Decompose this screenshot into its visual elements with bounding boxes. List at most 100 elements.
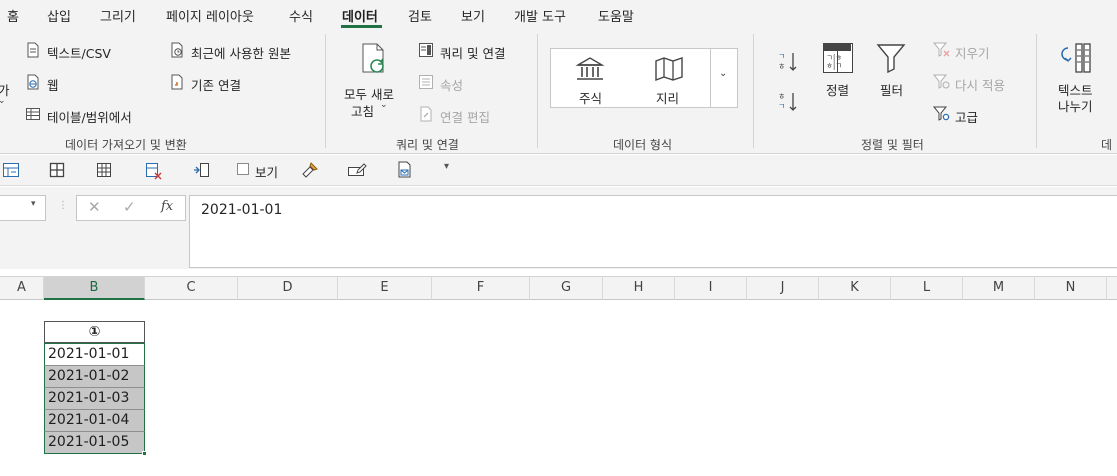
- freeze-panes-icon[interactable]: [2, 162, 20, 181]
- column-header-k[interactable]: K: [819, 277, 891, 300]
- edit-links-icon: [418, 106, 434, 125]
- column-header-n[interactable]: N: [1035, 277, 1107, 300]
- group-divider: [325, 34, 326, 148]
- properties-button[interactable]: 속성: [440, 75, 463, 94]
- ribbon: 가 ⌄ 텍스트/CSV 웹 테이블/범위에서 최근에 사용한 원본 기존 연결 …: [0, 30, 1117, 154]
- sort-descending-icon[interactable]: ㅎㄱ: [778, 90, 798, 117]
- svg-text:ㅎ: ㅎ: [778, 62, 785, 71]
- send-mail-icon[interactable]: [396, 161, 414, 182]
- header-cell-b2[interactable]: ①: [44, 321, 145, 343]
- column-header-c[interactable]: C: [145, 277, 238, 300]
- text-to-columns-label-line2[interactable]: 나누기: [1058, 96, 1093, 115]
- chevron-down-icon[interactable]: ▾: [31, 199, 36, 209]
- recent-sources-button[interactable]: 최근에 사용한 원본: [191, 43, 291, 62]
- text-to-columns-icon[interactable]: [1060, 42, 1092, 77]
- tab-data[interactable]: 데이터: [342, 6, 378, 25]
- data-types-group-label: 데이터 형식: [613, 138, 673, 152]
- name-box[interactable]: ▾: [0, 195, 46, 221]
- reapply-icon: [932, 74, 951, 93]
- tab-insert[interactable]: 삽입: [47, 6, 71, 25]
- recent-sources-icon: [169, 42, 185, 61]
- cell-b6[interactable]: 2021-01-04: [44, 409, 145, 431]
- web-button[interactable]: 웹: [47, 75, 59, 94]
- text-csv-icon: [25, 42, 41, 61]
- column-header-i[interactable]: I: [675, 277, 747, 300]
- web-icon: [25, 74, 41, 93]
- formula-text: 2021-01-01: [201, 202, 283, 218]
- chevron-down-icon[interactable]: ⌄: [380, 100, 388, 110]
- tab-help[interactable]: 도움말: [598, 6, 634, 25]
- clear-button[interactable]: 지우기: [955, 43, 990, 62]
- advanced-filter-icon: [932, 106, 951, 125]
- column-header-g[interactable]: G: [530, 277, 603, 300]
- edit-in-cell-icon[interactable]: [347, 162, 367, 181]
- dropdown-arrow-icon[interactable]: ⌄: [0, 96, 6, 106]
- advanced-button[interactable]: 고급: [955, 107, 978, 126]
- column-header-e[interactable]: E: [338, 277, 432, 300]
- edit-links-button[interactable]: 연결 편집: [440, 107, 490, 126]
- refresh-all-label-line2[interactable]: 고침: [351, 101, 374, 120]
- table-format-icon[interactable]: [96, 162, 112, 181]
- column-header-m[interactable]: M: [963, 277, 1035, 300]
- delete-column-icon[interactable]: [145, 162, 163, 183]
- drag-handle-icon[interactable]: ⋮: [58, 200, 68, 211]
- geography-icon: [654, 56, 684, 85]
- sort-icon[interactable]: ㄱ|ㅎ ㅎ|ㄱ: [823, 43, 853, 73]
- queries-connections-icon: [418, 42, 434, 61]
- formula-buttons: ✕ ✓ fx: [76, 195, 186, 221]
- clear-filter-icon: [932, 42, 951, 61]
- existing-connections-icon: [169, 74, 185, 93]
- sort-ascending-icon[interactable]: ㄱㅎ: [778, 50, 798, 77]
- tab-home[interactable]: 홈: [7, 6, 19, 25]
- cancel-icon[interactable]: ✕: [88, 198, 101, 216]
- column-header-row: A B C D E F G H I J K L M N: [0, 276, 1117, 300]
- fill-handle[interactable]: [142, 451, 147, 456]
- column-header-a[interactable]: A: [0, 277, 44, 300]
- formula-input[interactable]: 2021-01-01: [189, 195, 1117, 268]
- get-transform-group-label: 데이터 가져오기 및 변환: [65, 138, 187, 152]
- reapply-button[interactable]: 다시 적용: [955, 75, 1005, 94]
- tab-page-layout[interactable]: 페이지 레이아웃: [166, 6, 254, 25]
- tab-formulas[interactable]: 수식: [289, 6, 313, 25]
- svg-text:ㄱ: ㄱ: [778, 102, 785, 111]
- column-header-d[interactable]: D: [238, 277, 338, 300]
- column-header-f[interactable]: F: [432, 277, 530, 300]
- filter-button[interactable]: 필터: [880, 80, 903, 99]
- column-header-b[interactable]: B: [44, 277, 145, 300]
- customize-toolbar-icon[interactable]: ▾: [444, 161, 449, 172]
- geography-button[interactable]: 지리: [656, 88, 679, 107]
- active-tab-indicator: [341, 25, 382, 28]
- existing-connections-button[interactable]: 기존 연결: [191, 75, 241, 94]
- insert-function-icon[interactable]: fx: [161, 199, 173, 214]
- svg-text:ㄱ: ㄱ: [778, 52, 785, 61]
- chevron-down-icon[interactable]: ⌄: [719, 68, 727, 79]
- tab-developer[interactable]: 개발 도구: [514, 6, 566, 25]
- refresh-all-icon: [359, 42, 389, 79]
- cell-b3[interactable]: 2021-01-01: [44, 343, 145, 365]
- queries-connections-button[interactable]: 쿼리 및 연결: [440, 43, 505, 62]
- column-header-j[interactable]: J: [747, 277, 819, 300]
- format-painter-icon[interactable]: [301, 161, 319, 182]
- view-checkbox[interactable]: [237, 163, 249, 175]
- enter-icon[interactable]: ✓: [123, 198, 136, 216]
- column-header-h[interactable]: H: [603, 277, 675, 300]
- from-table-button[interactable]: 테이블/범위에서: [47, 107, 132, 126]
- sort-filter-group-label: 정렬 및 필터: [861, 138, 924, 152]
- column-header-l[interactable]: L: [891, 277, 963, 300]
- tab-draw[interactable]: 그리기: [100, 6, 136, 25]
- stocks-icon: [575, 56, 605, 85]
- stocks-button[interactable]: 주식: [579, 88, 602, 107]
- insert-column-icon[interactable]: [192, 162, 210, 181]
- cell-b5[interactable]: 2021-01-03: [44, 387, 145, 409]
- sort-button[interactable]: 정렬: [826, 80, 849, 99]
- text-csv-button[interactable]: 텍스트/CSV: [47, 43, 111, 62]
- sort-icon-glyph-2: ㅎ|ㄱ: [826, 61, 843, 70]
- table-range-icon: [25, 106, 41, 125]
- cell-b7[interactable]: 2021-01-05: [44, 431, 145, 454]
- tab-view[interactable]: 보기: [461, 6, 485, 25]
- borders-icon[interactable]: [49, 162, 65, 181]
- group-divider: [1036, 34, 1037, 148]
- filter-icon[interactable]: [876, 43, 906, 76]
- tab-review[interactable]: 검토: [408, 6, 432, 25]
- cell-b4[interactable]: 2021-01-02: [44, 365, 145, 387]
